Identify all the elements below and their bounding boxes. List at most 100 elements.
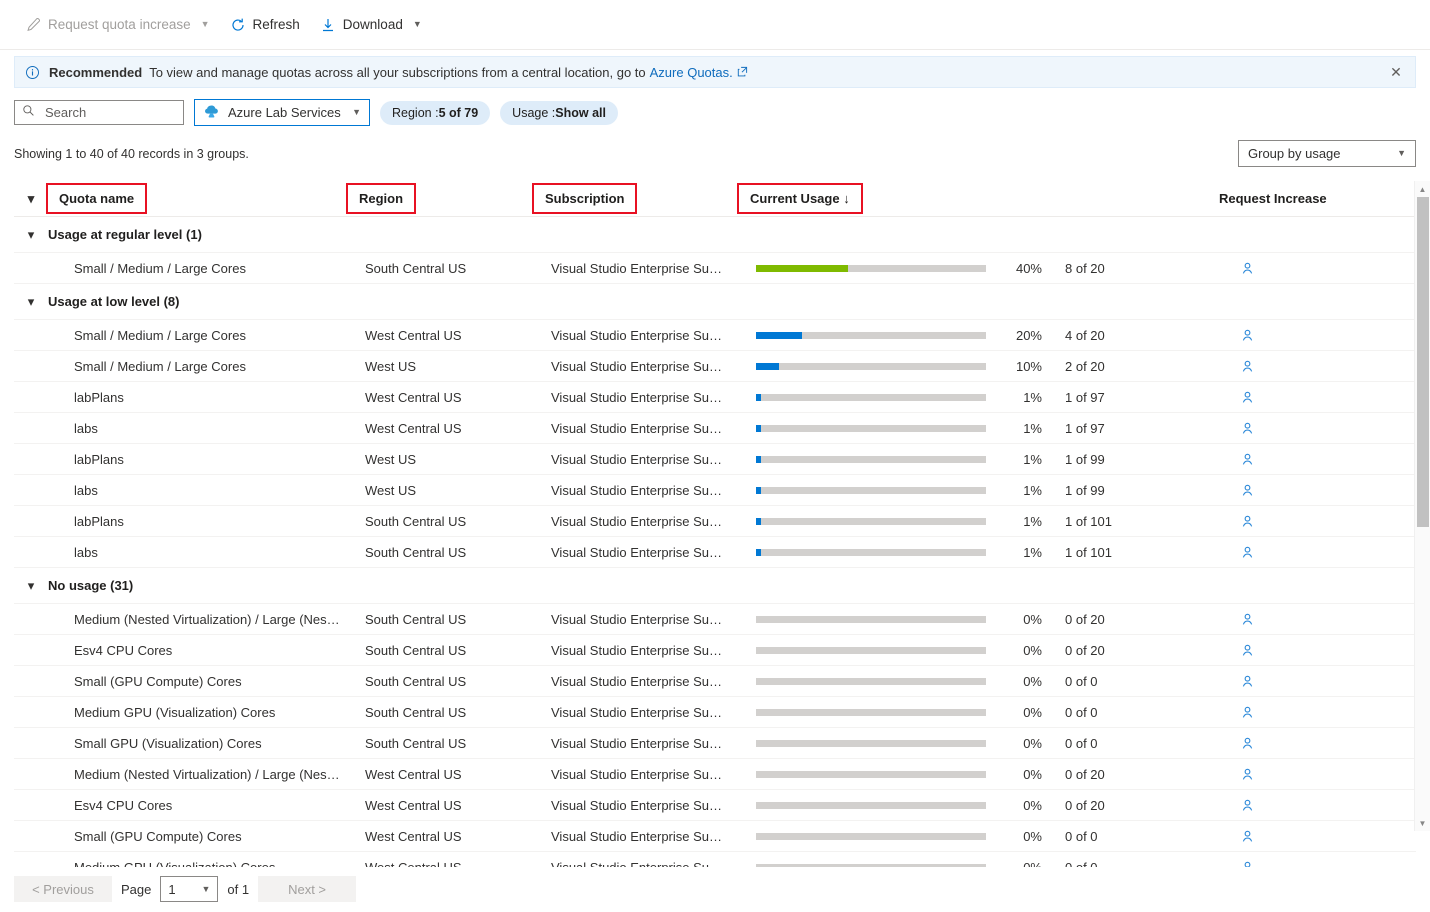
region-filter-value: 5 of 79: [438, 105, 479, 120]
usage-progress-bar: [756, 362, 986, 370]
usage-of-value: 0 of 20: [1065, 797, 1105, 813]
request-increase-person-icon[interactable]: [1240, 328, 1255, 343]
table-row[interactable]: Small GPU (Visualization) Cores South Cen…: [14, 728, 1416, 759]
group-collapse-caret-icon[interactable]: ▾: [14, 578, 48, 594]
request-quota-increase-label: Request quota increase: [48, 17, 191, 32]
usage-percent: 1%: [1023, 544, 1042, 560]
table-row[interactable]: labPlans South Central US Visual Studio En…: [14, 506, 1416, 537]
usage-of-value: 8 of 20: [1065, 260, 1105, 276]
table-row[interactable]: Small / Medium / Large Cores West Central…: [14, 320, 1416, 351]
region-filter-pill[interactable]: Region : 5 of 79: [380, 100, 491, 125]
table-row[interactable]: Small / Medium / Large Cores West US Visua…: [14, 351, 1416, 382]
usage-progress-bar: [756, 517, 986, 525]
request-increase-person-icon[interactable]: [1240, 483, 1255, 498]
provider-dropdown[interactable]: Azure Lab Services ▼: [194, 99, 370, 126]
next-page-button[interactable]: Next >: [258, 876, 357, 902]
page-number-select[interactable]: 1 ▼: [160, 876, 219, 902]
request-increase-person-icon[interactable]: [1240, 829, 1255, 844]
scrollbar-thumb[interactable]: [1417, 197, 1429, 527]
vertical-scrollbar[interactable]: ▲ ▼: [1414, 181, 1430, 831]
search-box[interactable]: [14, 100, 184, 125]
request-increase-person-icon[interactable]: [1240, 452, 1255, 467]
usage-progress-fill: [756, 548, 761, 556]
previous-page-button[interactable]: < Previous: [14, 876, 112, 902]
usage-progress-fill: [756, 517, 761, 525]
cell-request-increase: [1219, 705, 1399, 720]
scroll-up-icon[interactable]: ▲: [1415, 181, 1430, 197]
request-increase-person-icon[interactable]: [1240, 736, 1255, 751]
download-button[interactable]: Download ▼: [311, 9, 431, 41]
cell-quota-name: Medium (Nested Virtualization) / Large (…: [74, 611, 348, 627]
request-increase-person-icon[interactable]: [1240, 421, 1255, 436]
table-row[interactable]: Small / Medium / Large Cores South Centra…: [14, 253, 1416, 284]
group-by-dropdown[interactable]: Group by usage ▼: [1238, 140, 1416, 167]
request-increase-person-icon[interactable]: [1240, 643, 1255, 658]
table-row[interactable]: Medium GPU (Visualization) Cores South Ce…: [14, 697, 1416, 728]
usage-filter-pill[interactable]: Usage : Show all: [500, 100, 618, 125]
pencil-icon: [25, 17, 41, 33]
request-increase-person-icon[interactable]: [1240, 767, 1255, 782]
azure-quotas-link[interactable]: Azure Quotas.: [650, 65, 733, 80]
quota-table: ▾ Quota name Region Subscription Current…: [0, 181, 1430, 867]
collapse-all-caret-icon[interactable]: ▾: [14, 191, 48, 207]
scroll-down-icon[interactable]: ▼: [1415, 815, 1430, 831]
group-title: Usage at low level (8): [48, 294, 180, 309]
table-row[interactable]: labs South Central US Visual Studio Enterp…: [14, 537, 1416, 568]
usage-filter-label: Usage :: [512, 105, 556, 120]
header-request-increase: Request Increase: [1219, 191, 1327, 206]
usage-of-value: 1 of 99: [1065, 451, 1105, 467]
refresh-button[interactable]: Refresh: [221, 9, 309, 41]
table-row[interactable]: Medium GPU (Visualization) Cores West Cen…: [14, 852, 1416, 867]
header-quota-name[interactable]: Quota name: [46, 183, 148, 214]
table-row[interactable]: Small (GPU Compute) Cores South Central U…: [14, 666, 1416, 697]
request-increase-person-icon[interactable]: [1240, 514, 1255, 529]
group-header-row[interactable]: ▾ Usage at low level (8): [14, 284, 1416, 320]
cell-region: West Central US: [365, 327, 462, 343]
request-increase-person-icon[interactable]: [1240, 390, 1255, 405]
group-header-row[interactable]: ▾ No usage (31): [14, 568, 1416, 604]
usage-progress-bar: [756, 424, 986, 432]
cell-request-increase: [1219, 514, 1399, 529]
usage-percent: 1%: [1023, 513, 1042, 529]
table-row[interactable]: Medium (Nested Virtualization) / Large (…: [14, 604, 1416, 635]
table-row[interactable]: labPlans West US Visual Studio Enterprise …: [14, 444, 1416, 475]
group-header-row[interactable]: ▾ Usage at regular level (1): [14, 217, 1416, 253]
request-increase-person-icon[interactable]: [1240, 612, 1255, 627]
recommended-info-bar: Recommended To view and manage quotas ac…: [14, 56, 1416, 88]
header-current-usage[interactable]: Current Usage ↓: [737, 183, 863, 214]
header-region[interactable]: Region: [346, 183, 417, 214]
request-increase-person-icon[interactable]: [1240, 798, 1255, 813]
group-collapse-caret-icon[interactable]: ▾: [14, 227, 48, 243]
table-row[interactable]: Medium (Nested Virtualization) / Large (…: [14, 759, 1416, 790]
cell-subscription: Visual Studio Enterprise Subscri…: [551, 513, 739, 529]
request-quota-increase-button[interactable]: Request quota increase ▼: [16, 9, 219, 41]
table-row[interactable]: Esv4 CPU Cores West Central US Visual Stud…: [14, 790, 1416, 821]
table-row[interactable]: Small (GPU Compute) Cores West Central US…: [14, 821, 1416, 852]
cell-current-usage: 40% 8 of 20: [739, 261, 1219, 276]
region-filter-label: Region :: [392, 105, 439, 120]
search-input[interactable]: [43, 104, 176, 121]
header-subscription[interactable]: Subscription: [532, 183, 638, 214]
table-row[interactable]: Esv4 CPU Cores South Central US Visual Stu…: [14, 635, 1416, 666]
request-increase-person-icon[interactable]: [1240, 705, 1255, 720]
table-row[interactable]: labPlans West Central US Visual Studio Ent…: [14, 382, 1416, 413]
close-icon[interactable]: ✕: [1385, 61, 1407, 83]
usage-percent: 0%: [1023, 611, 1042, 627]
table-row[interactable]: labs West Central US Visual Studio Enterpr…: [14, 413, 1416, 444]
cell-subscription: Visual Studio Enterprise Subscri…: [551, 544, 739, 560]
cell-current-usage: 0% 0 of 20: [739, 798, 1219, 813]
request-increase-person-icon[interactable]: [1240, 674, 1255, 689]
cell-request-increase: [1219, 359, 1399, 374]
request-increase-person-icon[interactable]: [1240, 545, 1255, 560]
cell-current-usage: 1% 1 of 97: [739, 390, 1219, 405]
provider-label: Azure Lab Services: [228, 105, 341, 120]
cell-request-increase: [1219, 261, 1399, 276]
cell-region: South Central US: [365, 735, 467, 751]
request-increase-person-icon[interactable]: [1240, 261, 1255, 276]
group-collapse-caret-icon[interactable]: ▾: [14, 294, 48, 310]
cell-request-increase: [1219, 860, 1399, 867]
request-increase-person-icon[interactable]: [1240, 359, 1255, 374]
table-row[interactable]: labs West US Visual Studio Enterprise Subs…: [14, 475, 1416, 506]
cell-request-increase: [1219, 545, 1399, 560]
request-increase-person-icon[interactable]: [1240, 860, 1255, 867]
